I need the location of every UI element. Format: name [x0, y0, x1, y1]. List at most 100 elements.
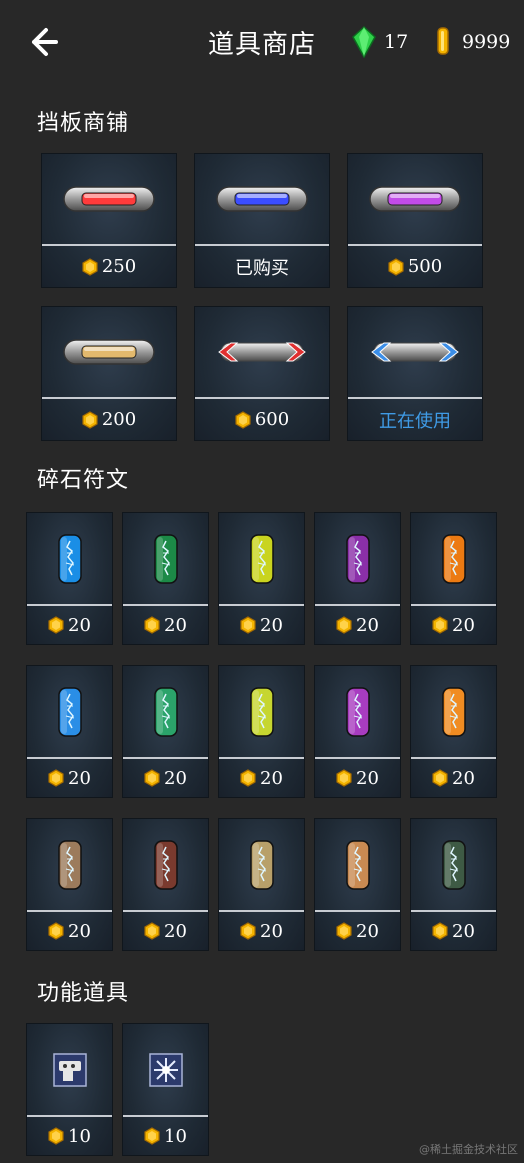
price-label: 20	[164, 767, 187, 789]
coin-icon	[82, 257, 98, 276]
rune-card[interactable]: 20	[410, 818, 497, 951]
rune-card[interactable]: 20	[410, 665, 497, 798]
pipe-block-icon	[52, 1052, 87, 1087]
paddle-red-icon	[63, 186, 155, 212]
rune-art	[315, 513, 400, 604]
card-footer: 20	[315, 912, 400, 950]
rune-stone-icon	[345, 839, 370, 890]
coin-icon	[144, 1127, 160, 1145]
rune-art	[411, 666, 496, 757]
price-label: 20	[356, 614, 379, 636]
tool-card[interactable]: 10	[122, 1023, 209, 1156]
paddle-blue-arrows-icon	[371, 342, 459, 362]
rune-card[interactable]: 20	[314, 665, 401, 798]
rune-card[interactable]: 20	[314, 512, 401, 645]
card-footer: 20	[411, 912, 496, 950]
rune-card[interactable]: 20	[218, 818, 305, 951]
paddle-card[interactable]: 200	[41, 306, 177, 441]
price-label: 20	[452, 920, 475, 942]
coin-icon	[144, 616, 160, 634]
coin-icon	[432, 922, 448, 940]
coin-icon	[336, 616, 352, 634]
paddle-card[interactable]: 已购买	[194, 153, 330, 288]
price-label: 20	[164, 614, 187, 636]
rune-stone-icon	[441, 839, 466, 890]
card-footer: 20	[411, 606, 496, 644]
price-label: 20	[164, 920, 187, 942]
coin-icon	[235, 410, 251, 429]
top-bar: 道具商店 17 9999	[0, 0, 524, 84]
rune-card[interactable]: 20	[218, 665, 305, 798]
coin-icon	[432, 769, 448, 787]
section-title-runes: 碎石符文	[37, 468, 130, 493]
price-label: 10	[68, 1125, 91, 1147]
price-label: 10	[164, 1125, 187, 1147]
paddle-art	[348, 307, 482, 397]
tool-card[interactable]: 10	[26, 1023, 113, 1156]
rune-card[interactable]: 20	[314, 818, 401, 951]
card-footer: 20	[315, 759, 400, 797]
gem-count: 17	[384, 31, 409, 53]
rune-art	[27, 666, 112, 757]
rune-stone-icon	[249, 839, 274, 890]
price-label: 20	[68, 767, 91, 789]
card-footer: 20	[27, 759, 112, 797]
green-gem-icon	[352, 26, 376, 58]
paddle-purple-icon	[369, 186, 461, 212]
rune-art	[219, 513, 304, 604]
card-footer: 200	[42, 399, 176, 440]
card-footer: 已购买	[195, 246, 329, 287]
coin-icon	[240, 769, 256, 787]
rune-art	[315, 666, 400, 757]
card-footer: 正在使用	[348, 399, 482, 440]
rune-stone-icon	[153, 686, 178, 737]
rune-art	[27, 513, 112, 604]
card-footer: 20	[219, 912, 304, 950]
rune-stone-icon	[57, 686, 82, 737]
rune-card[interactable]: 20	[26, 818, 113, 951]
rune-card[interactable]: 20	[122, 512, 209, 645]
rune-stone-icon	[57, 839, 82, 890]
card-footer: 10	[123, 1117, 208, 1155]
coin-icon	[48, 616, 64, 634]
rune-card[interactable]: 20	[26, 665, 113, 798]
rune-art	[315, 819, 400, 910]
tool-art	[123, 1024, 208, 1115]
rune-card[interactable]: 20	[122, 818, 209, 951]
price-label: 20	[260, 767, 283, 789]
rune-card[interactable]: 20	[122, 665, 209, 798]
rune-card[interactable]: 20	[410, 512, 497, 645]
price-label: 20	[452, 614, 475, 636]
rune-stone-icon	[345, 686, 370, 737]
coin-icon	[144, 769, 160, 787]
price-label: 20	[356, 767, 379, 789]
coin-icon	[48, 922, 64, 940]
rune-card[interactable]: 20	[218, 512, 305, 645]
card-footer: 20	[219, 759, 304, 797]
page-title: 道具商店	[208, 30, 317, 60]
price-label: 20	[260, 920, 283, 942]
price-label: 600	[254, 409, 290, 430]
rune-stone-icon	[57, 533, 82, 584]
runes-grid: 20 20 20 20 20 20 20 20 20 20 20 20 20 20 20	[26, 512, 497, 951]
owned-label: 已购买	[235, 257, 289, 279]
rune-stone-icon	[249, 533, 274, 584]
rune-stone-icon	[249, 686, 274, 737]
card-footer: 20	[123, 606, 208, 644]
watermark: @稀土掘金技术社区	[419, 1143, 518, 1156]
rune-card[interactable]: 20	[26, 512, 113, 645]
coin-icon	[432, 616, 448, 634]
card-footer: 20	[315, 606, 400, 644]
paddle-card[interactable]: 正在使用	[347, 306, 483, 441]
paddle-card[interactable]: 250	[41, 153, 177, 288]
tool-art	[27, 1024, 112, 1115]
card-footer: 20	[123, 759, 208, 797]
back-arrow-icon[interactable]	[26, 26, 58, 58]
paddle-art	[195, 154, 329, 244]
paddle-card[interactable]: 500	[347, 153, 483, 288]
paddle-red-arrows-icon	[218, 342, 306, 362]
paddle-card[interactable]: 600	[194, 306, 330, 441]
paddle-blue-icon	[216, 186, 308, 212]
coin-count: 9999	[462, 31, 511, 53]
price-label: 20	[356, 920, 379, 942]
